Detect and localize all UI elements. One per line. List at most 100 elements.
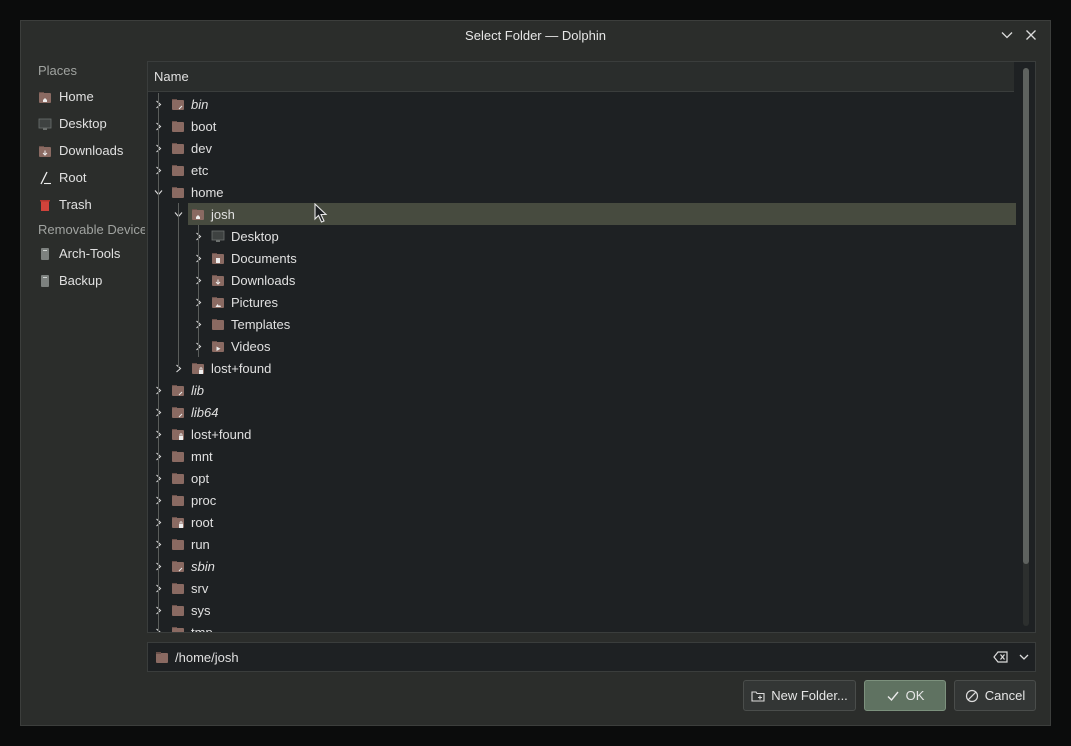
tree-row-label: srv — [191, 580, 209, 596]
drive-icon — [38, 274, 52, 288]
places-item-downloads[interactable]: Downloads — [21, 137, 145, 164]
tree-row[interactable]: Templates — [148, 313, 1016, 335]
tree-row[interactable]: Downloads — [148, 269, 1016, 291]
desktop-icon — [38, 117, 52, 131]
tree-guide-line — [178, 203, 179, 368]
tree-row-label: etc — [191, 162, 209, 178]
places-item-label: Root — [59, 170, 87, 185]
folder-icon — [171, 185, 185, 199]
folder-icon — [171, 163, 185, 177]
tree-row[interactable]: sbin — [148, 555, 1016, 577]
folder-icon — [171, 141, 185, 155]
tree-row-label: opt — [191, 470, 210, 486]
places-item-root[interactable]: Root — [21, 164, 145, 191]
select-folder-dialog: Select Folder — Dolphin Places Home Deskt… — [20, 20, 1051, 726]
tree-row[interactable]: lib — [148, 379, 1016, 401]
tree-row[interactable]: dev — [148, 137, 1016, 159]
places-item-label: Desktop — [59, 116, 107, 131]
tree-row[interactable]: lost+found — [148, 423, 1016, 445]
tree-row[interactable]: Desktop — [148, 225, 1016, 247]
home-folder-icon — [191, 207, 205, 221]
path-input[interactable] — [175, 649, 993, 665]
tree-row[interactable]: josh — [148, 203, 1016, 225]
symlink-folder-icon — [171, 405, 185, 419]
tree-row[interactable]: mnt — [148, 445, 1016, 467]
tree-row[interactable]: Documents — [148, 247, 1016, 269]
symlink-folder-icon — [171, 559, 185, 573]
column-header-name[interactable]: Name — [148, 62, 1014, 92]
templates-folder-icon — [211, 317, 225, 331]
folder-icon — [171, 603, 185, 617]
symlink-folder-icon — [171, 383, 185, 397]
tree-rows: bin boot dev etc home josh Desktop Documents Dow… — [148, 93, 1016, 632]
cancel-button[interactable]: Cancel — [954, 680, 1036, 711]
places-header: Places — [38, 63, 78, 78]
documents-folder-icon — [211, 251, 225, 265]
tree-row-label: lib — [191, 382, 205, 398]
tree-row-label: mnt — [191, 448, 213, 464]
locked-folder-icon — [171, 515, 185, 529]
desktop-folder-icon — [211, 229, 225, 243]
tree-row-label: sbin — [191, 558, 215, 574]
minimize-button[interactable] — [998, 25, 1016, 45]
tree-row-label: Desktop — [231, 228, 279, 244]
tree-row[interactable]: Videos — [148, 335, 1016, 357]
tree-row[interactable]: opt — [148, 467, 1016, 489]
tree-guide-line — [158, 93, 159, 632]
chevron-down-icon — [1001, 32, 1013, 39]
places-item-home[interactable]: Home — [21, 83, 145, 110]
tree-row[interactable]: home — [148, 181, 1016, 203]
removable-device-label: Arch-Tools — [59, 246, 121, 261]
videos-folder-icon — [211, 339, 225, 353]
tree-row-label: bin — [191, 96, 209, 112]
window-title: Select Folder — Dolphin — [465, 27, 606, 43]
tree-row[interactable]: lib64 — [148, 401, 1016, 423]
tree-row-label: Templates — [231, 316, 291, 332]
folder-icon — [171, 119, 185, 133]
tree-row[interactable]: tmp — [148, 621, 1016, 632]
tree-row[interactable]: boot — [148, 115, 1016, 137]
scrollbar-thumb[interactable] — [1023, 68, 1029, 564]
tree-row[interactable]: lost+found — [148, 357, 1016, 379]
tree-row-label: lost+found — [211, 360, 272, 376]
tree-row[interactable]: sys — [148, 599, 1016, 621]
path-combobox[interactable] — [147, 642, 1036, 672]
vertical-scrollbar[interactable] — [1023, 68, 1029, 626]
home-folder-icon — [38, 90, 52, 104]
column-header-label: Name — [154, 69, 189, 84]
tree-row[interactable]: etc — [148, 159, 1016, 181]
folder-tree-view[interactable]: Name bin boot dev etc home josh Desktop Documen… — [147, 61, 1036, 633]
tree-row[interactable]: bin — [148, 93, 1016, 115]
places-item-trash[interactable]: Trash — [21, 191, 145, 218]
tree-row-label: josh — [211, 206, 235, 222]
new-folder-button[interactable]: New Folder... — [743, 680, 856, 711]
folder-icon — [171, 449, 185, 463]
tree-row[interactable]: Pictures — [148, 291, 1016, 313]
tree-row[interactable]: run — [148, 533, 1016, 555]
mouse-cursor-icon — [314, 203, 328, 223]
places-panel: Places Home Desktop Downloads Root Trash Rem… — [21, 57, 145, 294]
removable-devices-header: Removable Devices — [38, 221, 145, 237]
home-folder-icon — [155, 650, 169, 664]
folder-icon — [171, 537, 185, 551]
places-item-desktop[interactable]: Desktop — [21, 110, 145, 137]
removable-device-arch-tools[interactable]: Arch-Tools — [21, 240, 145, 267]
tree-row-label: sys — [191, 602, 211, 618]
tree-guide-line — [198, 225, 199, 357]
tree-row[interactable]: srv — [148, 577, 1016, 599]
cancel-label: Cancel — [984, 688, 1026, 703]
symlink-folder-icon — [171, 97, 185, 111]
close-button[interactable] — [1022, 25, 1040, 45]
tree-row-label: Pictures — [231, 294, 278, 310]
removable-device-backup[interactable]: Backup — [21, 267, 145, 294]
drive-icon — [38, 247, 52, 261]
clear-text-icon[interactable] — [993, 649, 1009, 665]
chevron-down-icon[interactable] — [1017, 650, 1031, 664]
folder-icon — [171, 581, 185, 595]
tree-row[interactable]: root — [148, 511, 1016, 533]
places-item-label: Trash — [59, 197, 92, 212]
folder-icon — [171, 493, 185, 507]
locked-folder-icon — [191, 361, 205, 375]
tree-row[interactable]: proc — [148, 489, 1016, 511]
ok-button[interactable]: OK — [864, 680, 946, 711]
